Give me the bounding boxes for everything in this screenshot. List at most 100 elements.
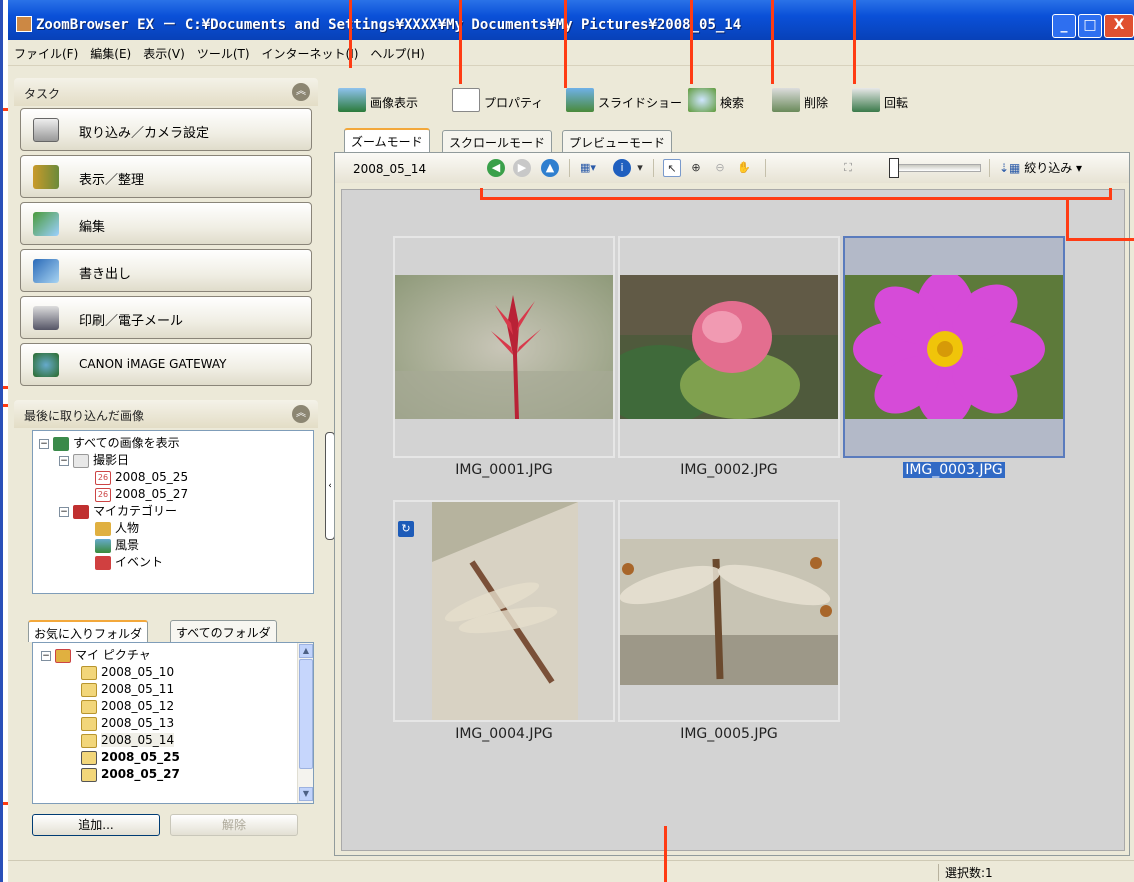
separator: [569, 159, 570, 177]
books-icon: [73, 504, 89, 519]
thumbnail-img-0004[interactable]: ↻: [393, 500, 615, 722]
scroll-thumb[interactable]: [299, 659, 313, 769]
tree-label: マイカテゴリー: [93, 504, 178, 518]
callout-line: [1066, 197, 1069, 241]
task-gateway-label: CANON iMAGE GATEWAY: [79, 357, 227, 371]
folder-item-selected[interactable]: 2008_05_14: [41, 732, 313, 749]
thumbnail-img-0002[interactable]: [618, 236, 840, 458]
scroll-up-icon[interactable]: ▲: [299, 644, 313, 658]
edit-icon: [33, 212, 59, 236]
menu-help[interactable]: ヘルプ(H): [364, 40, 430, 62]
zoom-in-icon[interactable]: ⊕: [687, 159, 705, 177]
folder-item[interactable]: 2008_05_27: [41, 766, 313, 783]
task-view-label: 表示／整理: [79, 173, 145, 188]
forward-icon[interactable]: ▶: [513, 159, 531, 177]
add-folder-button[interactable]: 追加...: [32, 814, 160, 836]
tab-preview-mode[interactable]: プレビューモード: [562, 130, 673, 152]
folder-icon: [81, 699, 97, 714]
scroll-down-icon[interactable]: ▼: [299, 787, 313, 801]
menu-file[interactable]: ファイル(F): [8, 40, 84, 62]
minus-icon[interactable]: −: [59, 455, 69, 466]
task-edit-button[interactable]: 編集: [20, 202, 312, 245]
minus-icon[interactable]: −: [39, 438, 49, 449]
remove-folder-button[interactable]: 解除: [170, 814, 298, 836]
tree-node-category[interactable]: − マイカテゴリー: [39, 503, 313, 520]
hand-icon[interactable]: ✋: [735, 159, 753, 177]
display-mode-icon[interactable]: ▦▾: [579, 159, 597, 177]
pointer-icon[interactable]: ↖: [663, 159, 681, 177]
menu-tools[interactable]: ツール(T): [191, 40, 256, 62]
view-frame: 2008_05_14 ◀ ▶ ▲ ▦▾ i ▾ ↖ ⊕ ⊖ ✋ ⛶ ⇣▦ 絞り込…: [334, 152, 1130, 856]
thumbnail-img-0005[interactable]: [618, 500, 840, 722]
tree-label: 風景: [115, 538, 140, 552]
tab-favorite-folders[interactable]: お気に入りフォルダ: [28, 620, 149, 642]
toolbar-delete[interactable]: 削除: [772, 88, 842, 114]
minimize-button[interactable]: _: [1052, 14, 1076, 38]
zoom-slider[interactable]: [891, 164, 981, 172]
callout-line: [1066, 238, 1134, 241]
window-edge: [0, 0, 3, 882]
toolbar-properties[interactable]: プロパティ: [452, 88, 552, 114]
tab-all-folders[interactable]: すべてのフォルダ: [170, 620, 277, 642]
task-export-button[interactable]: 書き出し: [20, 249, 312, 292]
tree-node-my-pictures[interactable]: − マイ ピクチャ: [41, 647, 313, 664]
slideshow-icon: [566, 88, 594, 112]
people-icon: [95, 521, 111, 536]
rotate-icon: [852, 88, 880, 112]
tree-node-category-item[interactable]: 人物: [39, 520, 313, 537]
filter-button[interactable]: ⇣▦ 絞り込み ▾: [999, 159, 1082, 176]
info-icon[interactable]: i: [613, 159, 631, 177]
folder-item[interactable]: 2008_05_25: [41, 749, 313, 766]
folder-item[interactable]: 2008_05_13: [41, 715, 313, 732]
folder-scrollbar[interactable]: ▲ ▼: [297, 643, 313, 803]
minus-icon[interactable]: −: [59, 506, 69, 517]
tree-node-category-item[interactable]: イベント: [39, 554, 313, 571]
minus-icon[interactable]: −: [41, 650, 51, 661]
toolbar-view-image[interactable]: 画像表示: [338, 88, 438, 114]
tab-zoom-mode[interactable]: ズームモード: [344, 128, 430, 152]
tree-node-all[interactable]: − すべての画像を表示: [39, 435, 313, 452]
task-gateway-button[interactable]: CANON iMAGE GATEWAY: [20, 343, 312, 386]
maximize-button[interactable]: □: [1078, 14, 1102, 38]
tab-scroll-mode[interactable]: スクロールモード: [442, 130, 553, 152]
title-bar[interactable]: ZoomBrowser EX － C:¥Documents and Settin…: [8, 0, 1134, 40]
toolbar-search[interactable]: 検索: [688, 88, 758, 114]
menu-bar: ファイル(F) 編集(E) 表示(V) ツール(T) インターネット(I) ヘルプ(H): [8, 40, 1134, 66]
chevron-down-icon[interactable]: ▾: [631, 159, 649, 177]
toolbar-rotate[interactable]: 回転: [852, 88, 922, 114]
event-icon: [95, 555, 111, 570]
up-icon[interactable]: ▲: [541, 159, 559, 177]
folder-item[interactable]: 2008_05_11: [41, 681, 313, 698]
tree-node-category-item[interactable]: 風景: [39, 537, 313, 554]
close-button[interactable]: X: [1104, 14, 1134, 38]
status-bar: 選択数:1: [8, 860, 1134, 882]
task-view-button[interactable]: 表示／整理: [20, 155, 312, 198]
back-icon[interactable]: ◀: [487, 159, 505, 177]
toolbar-label: プロパティ: [484, 96, 544, 110]
task-print-button[interactable]: 印刷／電子メール: [20, 296, 312, 339]
zoom-slider-thumb[interactable]: [889, 158, 899, 178]
thumbnail-img-0001[interactable]: [393, 236, 615, 458]
toolbar-slideshow[interactable]: スライドショー: [566, 88, 696, 114]
tree-node-date-item[interactable]: 26 2008_05_25: [39, 469, 313, 486]
folder-item[interactable]: 2008_05_12: [41, 698, 313, 715]
fit-icon[interactable]: ⛶: [839, 159, 857, 177]
tree-node-date-item[interactable]: 26 2008_05_27: [39, 486, 313, 503]
zoombrowser-window: ZoomBrowser EX － C:¥Documents and Settin…: [8, 0, 1134, 882]
collapse-icon[interactable]: ︽: [292, 405, 310, 423]
callout-line: [771, 0, 774, 84]
tree-label: マイ ピクチャ: [75, 648, 151, 662]
recent-tree: − すべての画像を表示 − 撮影日 26 2008_05_25 26 2008_05_2…: [32, 430, 314, 594]
zoom-out-icon[interactable]: ⊖: [711, 159, 729, 177]
task-import-button[interactable]: 取り込み／カメラ設定: [20, 108, 312, 151]
thumbnail-img-0003[interactable]: [843, 236, 1065, 458]
thumbnail-area[interactable]: IMG_0001.JPG IMG_0002.JPG IMG_0003.JPG ↻…: [341, 189, 1125, 851]
folder-item[interactable]: 2008_05_10: [41, 664, 313, 681]
tree-node-date[interactable]: − 撮影日: [39, 452, 313, 469]
view-toolbar: 2008_05_14 ◀ ▶ ▲ ▦▾ i ▾ ↖ ⊕ ⊖ ✋ ⛶ ⇣▦ 絞り込…: [335, 153, 1129, 183]
menu-view[interactable]: 表示(V): [137, 40, 191, 62]
tree-label: すべての画像を表示: [73, 436, 180, 450]
task-panel-header: タスク ︽: [14, 78, 318, 106]
collapse-icon[interactable]: ︽: [292, 83, 310, 101]
menu-edit[interactable]: 編集(E): [84, 40, 137, 62]
